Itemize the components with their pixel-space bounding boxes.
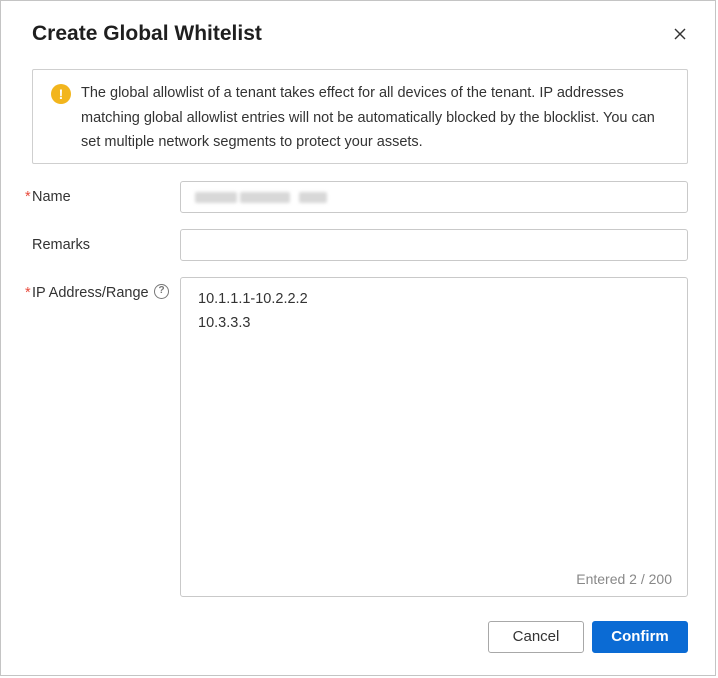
required-marker: * — [25, 189, 31, 205]
name-label-text: Name — [32, 189, 71, 205]
notice-banner: ! The global allowlist of a tenant takes… — [32, 69, 688, 164]
entry-counter: Entered 2 / 200 — [576, 571, 672, 587]
ip-range-label: * IP Address/Range — [25, 283, 149, 303]
create-whitelist-dialog: Create Global Whitelist ! The global all… — [0, 0, 716, 676]
question-circle-icon[interactable]: ? — [154, 284, 169, 299]
close-icon — [674, 28, 686, 40]
required-marker: * — [25, 285, 31, 301]
close-button[interactable] — [669, 23, 691, 45]
ip-range-textarea[interactable]: 10.1.1.1-10.2.2.2 10.3.3.3 Entered 2 / 2… — [180, 277, 688, 597]
remarks-input[interactable] — [180, 229, 688, 261]
ip-range-label-text: IP Address/Range — [32, 285, 149, 301]
ip-line: 10.3.3.3 — [198, 315, 251, 331]
confirm-button[interactable]: Confirm — [592, 621, 688, 653]
name-label: * Name — [25, 187, 71, 207]
dialog-title: Create Global Whitelist — [32, 22, 262, 45]
ip-line: 10.1.1.1-10.2.2.2 — [198, 291, 308, 307]
redacted-value — [195, 192, 327, 203]
notice-text: The global allowlist of a tenant takes e… — [81, 85, 655, 150]
warning-icon: ! — [51, 84, 71, 104]
name-input[interactable] — [180, 181, 688, 213]
remarks-label: Remarks — [32, 237, 91, 253]
cancel-button[interactable]: Cancel — [488, 621, 584, 653]
